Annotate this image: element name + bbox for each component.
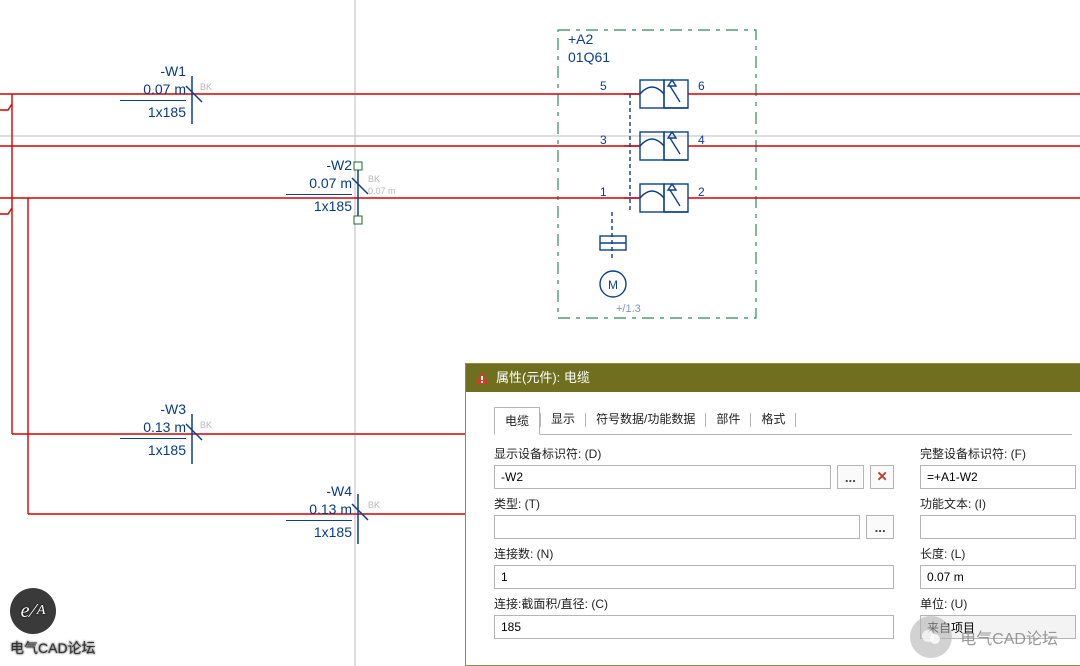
- cable-name: -W4: [286, 482, 352, 500]
- func-text-input[interactable]: [920, 515, 1076, 539]
- cable-w3[interactable]: -W3 0.13 m 1x185: [120, 400, 186, 459]
- panel-titlebar[interactable]: 属性(元件): 电缆: [466, 364, 1080, 392]
- cable-spec: 1x185: [120, 441, 186, 459]
- cable-spec: 1x185: [286, 197, 352, 215]
- svg-text:01Q61: 01Q61: [568, 49, 610, 65]
- svg-text:+/1.3: +/1.3: [616, 303, 641, 315]
- cable-w2[interactable]: -W2 0.07 m 1x185: [286, 156, 352, 215]
- cable-name: -W2: [286, 156, 352, 174]
- bk-label: BK: [200, 82, 212, 92]
- watermark: 电气CAD论坛: [910, 616, 1058, 658]
- wechat-icon: [910, 616, 952, 658]
- tab-display[interactable]: 显示: [541, 406, 585, 434]
- svg-text:5: 5: [600, 79, 607, 93]
- field-cross: 连接:截面积/直径: (C): [494, 595, 894, 639]
- svg-text:1: 1: [600, 185, 607, 199]
- tab-symboldata[interactable]: 符号数据/功能数据: [586, 406, 705, 434]
- display-id-input[interactable]: [494, 465, 831, 489]
- cable-len: 0.13 m: [120, 418, 186, 436]
- svg-text:2: 2: [698, 185, 705, 199]
- form: 显示设备标识符: (D) ... ✕ 完整设备标识符: (F) 类型: (T) …: [466, 435, 1080, 639]
- field-length: 长度: (L): [920, 545, 1080, 589]
- type-browse[interactable]: ...: [866, 515, 894, 539]
- svg-text:M: M: [608, 278, 618, 292]
- tab-parts[interactable]: 部件: [706, 406, 750, 434]
- cable-len: 0.07 m: [120, 80, 186, 98]
- display-id-browse[interactable]: ...: [837, 465, 865, 489]
- field-type: 类型: (T) ...: [494, 495, 894, 539]
- svg-text:6: 6: [698, 79, 705, 93]
- breaker-symbol: [600, 80, 688, 297]
- panel-title-text: 属性(元件): 电缆: [496, 364, 590, 392]
- cable-w1[interactable]: -W1 0.07 m 1x185: [120, 62, 186, 121]
- type-input[interactable]: [494, 515, 860, 539]
- cable-len: 0.07 m: [286, 174, 352, 192]
- cable-name: -W3: [120, 400, 186, 418]
- logo: e⁄A 电气CAD论坛: [10, 588, 96, 658]
- length-input[interactable]: [920, 565, 1076, 589]
- full-id-input[interactable]: [920, 465, 1076, 489]
- bk-label: BK: [368, 500, 380, 510]
- cable-w4[interactable]: -W4 0.13 m 1x185: [286, 482, 352, 541]
- logo-badge: e⁄A: [10, 588, 56, 634]
- svg-text:4: 4: [698, 133, 705, 147]
- field-display-id: 显示设备标识符: (D) ... ✕: [494, 445, 894, 489]
- svg-text:3: 3: [600, 133, 607, 147]
- tab-cable[interactable]: 电缆: [494, 407, 540, 435]
- warn-icon: [474, 370, 490, 386]
- cable-len: 0.13 m: [286, 500, 352, 518]
- bk-extra: 0.07 m: [368, 186, 396, 196]
- field-conn-count: 连接数: (N): [494, 545, 894, 589]
- field-func-text: 功能文本: (I): [920, 495, 1080, 539]
- bk-label: BK: [200, 420, 212, 430]
- field-full-id: 完整设备标识符: (F): [920, 445, 1080, 489]
- svg-text:+A2: +A2: [568, 31, 594, 47]
- cable-spec: 1x185: [120, 103, 186, 121]
- tab-format[interactable]: 格式: [751, 406, 795, 434]
- bk-label: BK: [368, 174, 380, 184]
- cable-spec: 1x185: [286, 523, 352, 541]
- cable-name: -W1: [120, 62, 186, 80]
- conn-count-input[interactable]: [494, 565, 894, 589]
- tabbar: 电缆 显示 符号数据/功能数据 部件 格式: [494, 406, 1072, 434]
- display-id-clear[interactable]: ✕: [870, 465, 894, 489]
- cross-input[interactable]: [494, 615, 894, 639]
